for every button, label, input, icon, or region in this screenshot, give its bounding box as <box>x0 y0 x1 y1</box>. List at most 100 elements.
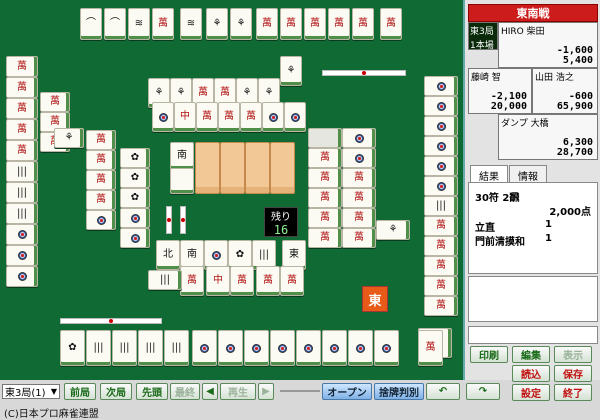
tile <box>424 96 458 116</box>
tile: 萬 <box>342 208 376 228</box>
player-name: HIRO 柴田 <box>501 27 545 37</box>
tile <box>6 224 38 245</box>
tile: 萬 <box>342 168 376 188</box>
tile: 萬 <box>424 276 458 296</box>
tile: ||| <box>6 203 38 224</box>
tile: 萬 <box>86 150 116 170</box>
tile <box>322 330 347 366</box>
tile: ||| <box>86 330 111 366</box>
match-title: 東南戦 <box>468 4 598 22</box>
tile: 萬 <box>308 208 342 228</box>
tile: 萬 <box>230 266 254 296</box>
view-button[interactable]: 表示 <box>554 346 592 363</box>
step-back-button[interactable]: ◀ <box>202 383 218 400</box>
tile <box>424 156 458 176</box>
tile: ≋ <box>128 8 150 40</box>
memo-area[interactable] <box>468 276 598 322</box>
tile: 萬 <box>424 216 458 236</box>
info-tabs: 結果 情報 <box>470 165 594 185</box>
chevron-down-icon: ▼ <box>50 387 57 396</box>
tile <box>152 102 174 132</box>
prev-round-button[interactable]: 前局 <box>64 383 96 400</box>
exit-button[interactable]: 終了 <box>554 384 592 401</box>
tile: 萬 <box>256 8 278 40</box>
tile-back <box>220 142 245 194</box>
load-button[interactable]: 読込 <box>512 365 550 382</box>
tile: 萬 <box>6 140 38 161</box>
save-button[interactable]: 保存 <box>554 365 592 382</box>
tile: ⚘ <box>230 8 252 40</box>
player-name: ダンプ 大橋 <box>501 119 549 129</box>
step-forward-button[interactable]: ▶ <box>258 383 274 400</box>
tile: 南 <box>170 142 194 170</box>
tile: 萬 <box>418 330 443 366</box>
tile <box>218 330 243 366</box>
tile <box>120 208 150 228</box>
next-round-button[interactable]: 次局 <box>100 383 132 400</box>
tile: ||| <box>138 330 163 366</box>
honba-label: 1本場 <box>470 41 494 51</box>
player-name: 山田 浩之 <box>535 73 574 83</box>
tile: ||| <box>164 330 189 366</box>
copyright: (C)日本プロ麻雀連盟 <box>4 409 99 420</box>
rotate-left-icon: ↶ <box>438 386 448 397</box>
tile: 萬 <box>352 8 374 40</box>
yaku-row: 門前清摸和 <box>475 233 545 248</box>
tile <box>342 128 376 148</box>
print-button[interactable]: 印刷 <box>470 346 508 363</box>
tile: 萬 <box>152 8 174 40</box>
edit-button[interactable]: 編集 <box>512 346 550 363</box>
tile: 萬 <box>180 266 204 296</box>
tile <box>374 330 399 366</box>
player-score: 5,400 <box>562 55 593 66</box>
memo-input[interactable] <box>468 326 598 344</box>
tile <box>6 245 38 266</box>
dealer-marker: 東 <box>362 286 388 312</box>
speed-slider[interactable] <box>280 390 320 392</box>
rotate-right-button[interactable]: ↷ <box>466 383 500 400</box>
tile <box>192 330 217 366</box>
tile <box>348 330 373 366</box>
player-score: 20,000 <box>490 101 527 112</box>
tile <box>424 136 458 156</box>
tile-back <box>245 142 270 194</box>
tile: 萬 <box>86 190 116 210</box>
tile: 萬 <box>304 8 326 40</box>
settings-button[interactable]: 設定 <box>512 384 550 401</box>
first-button[interactable]: 先頭 <box>136 383 168 400</box>
rotate-right-icon: ↷ <box>478 386 488 397</box>
mahjong-table: ⌒ ⌒ ≋ 萬 ≋ ⚘ ⚘ 萬 萬 萬 萬 萬 萬 萬 萬 萬 萬 萬 ||| … <box>0 0 463 380</box>
last-button[interactable]: 最終 <box>170 383 200 400</box>
tile <box>296 330 321 366</box>
tile <box>170 168 194 194</box>
remaining-label: 残り <box>271 212 291 223</box>
tile: ⚘ <box>280 56 302 86</box>
tile: 萬 <box>256 266 280 296</box>
riichi-stick <box>180 206 186 234</box>
yaku-name: 門前清摸和 <box>475 237 525 248</box>
tile <box>86 210 116 230</box>
play-button[interactable]: 再生 <box>220 383 256 400</box>
tile: 萬 <box>6 77 38 98</box>
tile: ||| <box>148 270 182 290</box>
tile: 萬 <box>6 56 38 77</box>
tile: 中 <box>174 102 196 132</box>
tile <box>262 102 284 132</box>
tile <box>424 116 458 136</box>
tile: 北 <box>156 240 180 270</box>
discard-judge-button[interactable]: 捨牌判別 <box>374 383 424 400</box>
riichi-stick <box>60 318 162 324</box>
tile: 萬 <box>6 119 38 140</box>
tile: ✿ <box>60 330 85 366</box>
tile: 萬 <box>342 228 376 248</box>
player-box-3: 山田 浩之 -600 65,900 <box>532 68 598 114</box>
result-panel: 30符 2飜 2,000点 立直 1 門前清摸和 1 <box>468 182 598 274</box>
round-select[interactable]: 東3局(1) ▼ <box>2 384 60 399</box>
remaining-tiles-counter: 残り 16 <box>264 207 298 237</box>
player-box-4: ダンプ 大橋 6,300 28,700 <box>498 114 598 160</box>
tile-back <box>270 142 295 194</box>
player-name: 藤崎 智 <box>471 73 501 83</box>
open-hands-button[interactable]: オープン <box>322 383 372 400</box>
tile-back <box>195 142 220 194</box>
rotate-left-button[interactable]: ↶ <box>426 383 460 400</box>
